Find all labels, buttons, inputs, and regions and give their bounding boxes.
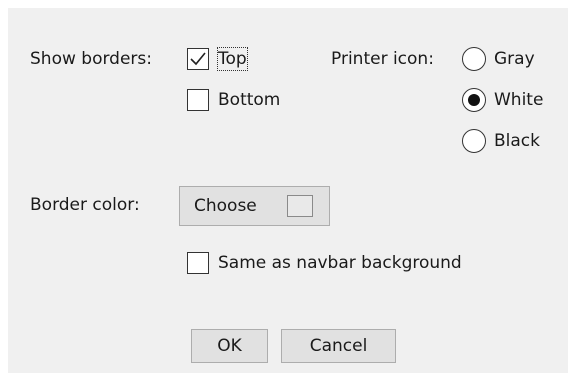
ok-button[interactable]: OK [191, 329, 268, 363]
same-as-navbar-checkbox[interactable] [187, 252, 209, 274]
cancel-button[interactable]: Cancel [281, 329, 396, 363]
dialog: Show borders: Top Bottom Printer icon: G… [8, 8, 568, 373]
border-color-swatch [287, 195, 313, 217]
radio-black-label[interactable]: Black [494, 130, 540, 152]
radio-gray[interactable] [462, 47, 486, 71]
radio-gray-label[interactable]: Gray [494, 48, 535, 70]
same-as-navbar-label[interactable]: Same as navbar background [218, 252, 462, 274]
bottom-checkbox[interactable] [187, 89, 209, 111]
top-checkbox[interactable] [187, 48, 209, 70]
show-borders-label: Show borders: [30, 49, 152, 69]
choose-button[interactable]: Choose [179, 186, 330, 226]
radio-white[interactable] [462, 88, 486, 112]
radio-selected-dot [468, 94, 480, 106]
bottom-checkbox-label[interactable]: Bottom [218, 89, 280, 111]
checkmark-icon [190, 52, 206, 66]
printer-icon-label: Printer icon: [331, 49, 434, 69]
radio-white-label[interactable]: White [494, 89, 543, 111]
border-color-label: Border color: [30, 195, 140, 215]
choose-button-label: Choose [194, 196, 257, 216]
top-checkbox-label[interactable]: Top [217, 47, 248, 71]
radio-black[interactable] [462, 129, 486, 153]
